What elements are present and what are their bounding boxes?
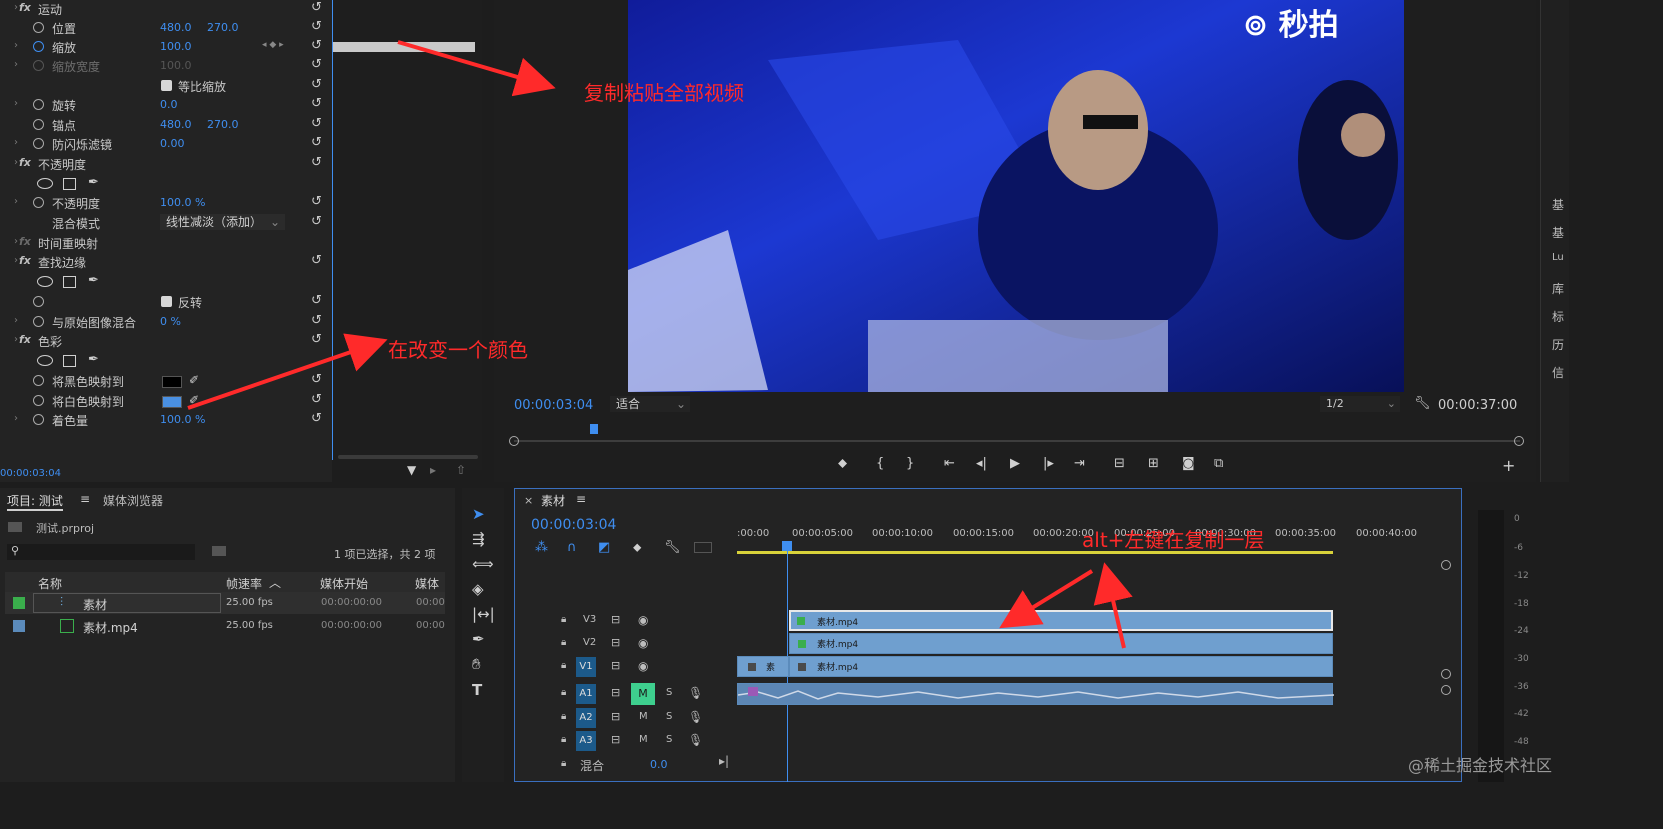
arrow-to-v3 <box>999 569 1094 629</box>
annotation-arrows <box>187 40 1133 649</box>
annotation-change-color: 在改变一个颜色 <box>388 338 528 362</box>
arrow-copy-paste <box>397 40 556 97</box>
annotation-alt-copy: alt+左键在复制一层 <box>1082 528 1265 552</box>
arrow-up <box>1093 562 1133 649</box>
site-watermark: @稀土掘金技术社区 <box>1408 756 1553 775</box>
arrow-change-color <box>187 333 388 410</box>
annotation-copy-paste: 复制粘贴全部视频 <box>584 81 744 105</box>
